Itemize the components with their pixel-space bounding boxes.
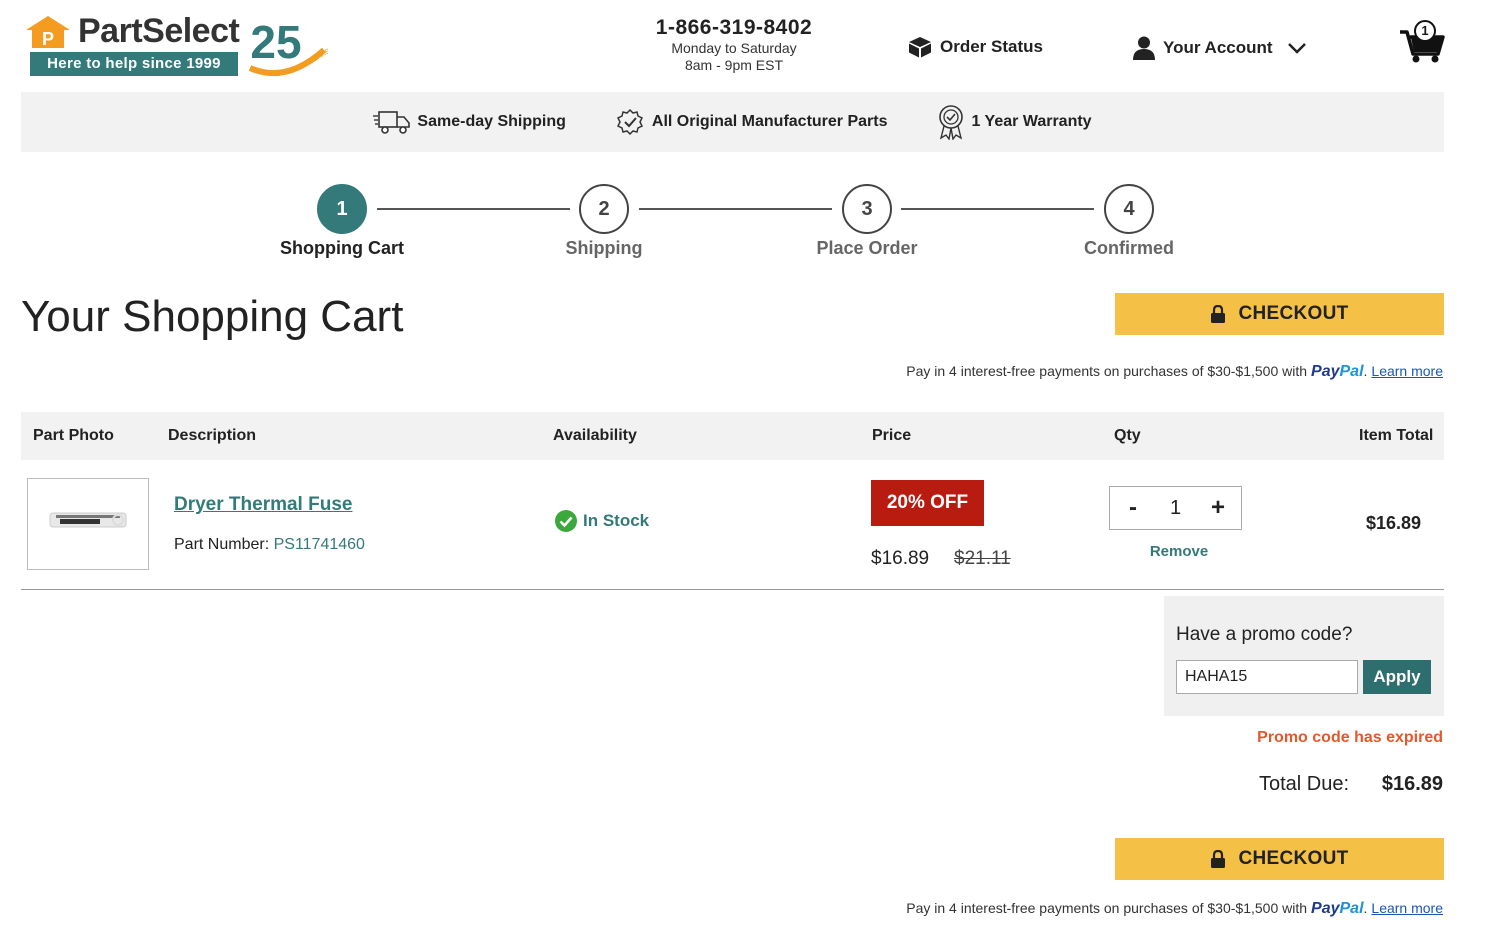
benefit-shipping-label: Same-day Shipping <box>417 113 566 130</box>
promo-error-message: Promo code has expired <box>1257 729 1443 746</box>
total-due-label: Total Due: <box>1259 773 1350 795</box>
learn-more-link[interactable]: Learn more <box>1371 900 1443 916</box>
cart-table-header: Part Photo Description Availability Pric… <box>21 412 1444 460</box>
part-number: Part Number: PS11741460 <box>174 536 365 554</box>
header-description: Description <box>168 427 257 444</box>
cart-count-badge: 1 <box>1414 20 1436 42</box>
partselect-logo[interactable]: P PartSelect Here to help since 1999 25 … <box>24 12 329 80</box>
header-part-photo: Part Photo <box>33 427 114 444</box>
thermal-fuse-image <box>49 512 127 528</box>
qty-value[interactable]: 1 <box>1156 497 1196 520</box>
quantity-stepper: - 1 + <box>1109 486 1242 530</box>
benefits-bar: Same-day Shipping All Original Manufactu… <box>21 92 1444 152</box>
order-status-label: Order Status <box>940 37 1043 56</box>
row-divider <box>21 589 1444 590</box>
promo-code-input[interactable] <box>1176 660 1358 694</box>
anniversary-sub: YEARS <box>308 48 329 66</box>
step-label: Confirmed <box>1084 238 1174 258</box>
logo-wordmark: PartSelect <box>78 12 240 50</box>
step-label: Shopping Cart <box>280 238 404 258</box>
benefit-shipping: Same-day Shipping <box>373 109 566 135</box>
checkout-label: CHECKOUT <box>1238 303 1349 324</box>
step-number: 1 <box>317 184 367 234</box>
truck-icon <box>373 111 411 134</box>
account-menu[interactable]: Your Account <box>1133 36 1307 60</box>
anniversary-badge: 25 YEARS <box>248 16 329 77</box>
paypal-text: Pay in 4 interest-free payments on purch… <box>906 363 1308 379</box>
contact-phone: 1-866-319-8402 Monday to Saturday 8am - … <box>624 16 844 74</box>
benefit-original-parts-label: All Original Manufacturer Parts <box>651 113 888 130</box>
step-shopping-cart: 1 Shopping Cart <box>252 184 432 259</box>
current-price: $16.89 <box>871 548 930 569</box>
promo-panel: Have a promo code? Apply <box>1164 596 1444 716</box>
header-price: Price <box>872 427 912 444</box>
step-label: Shipping <box>565 238 643 258</box>
benefit-warranty: 1 Year Warranty <box>936 104 1092 140</box>
lock-icon <box>1211 850 1226 868</box>
step-place-order: 3 Place Order <box>777 184 957 259</box>
cart-button[interactable]: 1 <box>1398 18 1446 64</box>
paypal-text: Pay in 4 interest-free payments on purch… <box>906 900 1308 916</box>
chevron-down-icon <box>1287 43 1306 54</box>
learn-more-link[interactable]: Learn more <box>1371 363 1443 379</box>
discount-badge: 20% OFF <box>871 480 984 526</box>
house-logo-icon: P <box>26 16 70 48</box>
header-availability: Availability <box>553 427 637 444</box>
header-item-total: Item Total <box>1359 427 1434 444</box>
paypal-info-bottom: Pay in 4 interest-free payments on purch… <box>906 900 1443 917</box>
paypal-logo: PayPal <box>1311 900 1364 917</box>
order-status-link[interactable]: Order Status <box>908 36 1043 58</box>
logo-tagline: Here to help since 1999 <box>30 52 238 76</box>
lock-icon <box>1211 305 1226 323</box>
account-label: Your Account <box>1163 38 1273 57</box>
badge-check-icon <box>616 108 643 136</box>
apply-promo-button[interactable]: Apply <box>1363 660 1431 694</box>
total-due-value: $16.89 <box>1381 773 1443 795</box>
availability-status: In Stock <box>554 509 649 533</box>
availability-label: In Stock <box>583 511 650 530</box>
box-icon <box>909 37 931 58</box>
step-number: 3 <box>842 184 892 234</box>
svg-text:P: P <box>42 29 54 48</box>
step-shipping: 2 Shipping <box>514 184 694 259</box>
qty-increase-button[interactable]: + <box>1207 494 1229 522</box>
benefit-original-parts: All Original Manufacturer Parts <box>614 106 888 138</box>
promo-label: Have a promo code? <box>1176 624 1353 645</box>
hours-days: Monday to Saturday <box>671 40 797 56</box>
original-price: $21.11 <box>954 548 1011 569</box>
part-title-link[interactable]: Dryer Thermal Fuse <box>174 494 352 516</box>
paypal-logo: PayPal <box>1311 363 1364 380</box>
step-number: 4 <box>1104 184 1154 234</box>
hours-time: 8am - 9pm EST <box>684 57 784 73</box>
benefit-warranty-label: 1 Year Warranty <box>971 113 1092 130</box>
header-qty: Qty <box>1114 427 1141 444</box>
anniversary-number: 25 <box>250 16 301 68</box>
qty-decrease-button[interactable]: - <box>1122 494 1144 522</box>
part-number-label: Part Number: <box>174 536 270 553</box>
page-title: Your Shopping Cart <box>21 292 404 341</box>
checkout-label: CHECKOUT <box>1238 848 1349 869</box>
step-confirmed: 4 Confirmed <box>1039 184 1219 259</box>
part-photo[interactable] <box>27 478 149 570</box>
phone-number[interactable]: 1-866-319-8402 <box>624 16 844 40</box>
check-circle-icon <box>555 510 577 532</box>
user-icon <box>1133 36 1155 60</box>
checkout-button-top[interactable]: CHECKOUT <box>1115 293 1444 335</box>
ribbon-icon <box>938 105 963 140</box>
remove-item-link[interactable]: Remove <box>1109 543 1249 560</box>
paypal-info: Pay in 4 interest-free payments on purch… <box>906 363 1443 380</box>
checkout-button-bottom[interactable]: CHECKOUT <box>1115 838 1444 880</box>
step-label: Place Order <box>816 238 918 258</box>
step-number: 2 <box>579 184 629 234</box>
part-number-value: PS11741460 <box>273 536 365 553</box>
item-total: $16.89 <box>1366 513 1422 533</box>
